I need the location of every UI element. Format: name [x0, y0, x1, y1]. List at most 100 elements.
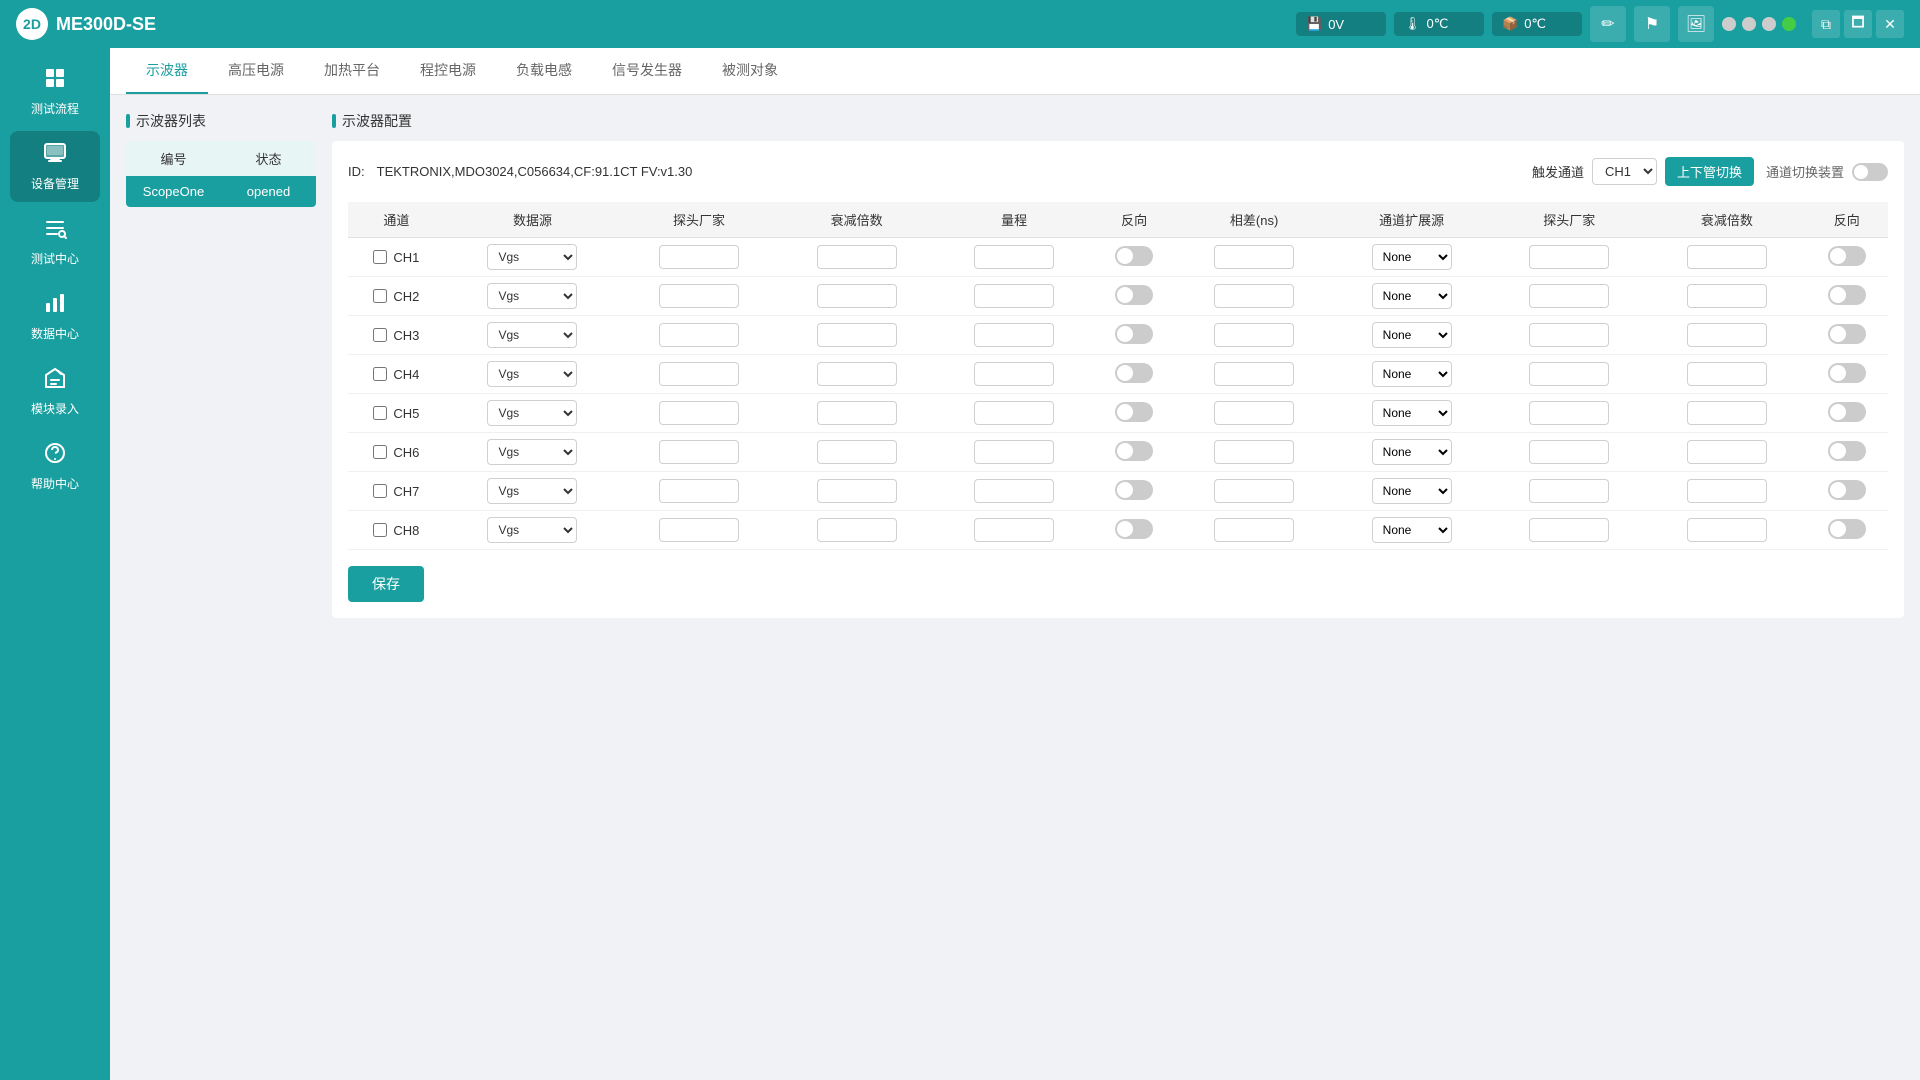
delay-input-CH3[interactable] — [1214, 323, 1294, 347]
ext-attn-input-CH2[interactable] — [1687, 284, 1767, 308]
attn-input-CH7[interactable] — [817, 479, 897, 503]
invert-toggle-CH3[interactable] — [1115, 324, 1153, 344]
attn-input-CH3[interactable] — [817, 323, 897, 347]
tab-load-power[interactable]: 负载电感 — [496, 48, 592, 94]
probe-input-CH8[interactable] — [659, 518, 739, 542]
attn-input-CH6[interactable] — [817, 440, 897, 464]
checkbox-CH6[interactable] — [373, 445, 387, 459]
attn-input-CH5[interactable] — [817, 401, 897, 425]
delay-input-CH7[interactable] — [1214, 479, 1294, 503]
flag-button[interactable]: ⚑ — [1634, 6, 1670, 42]
attn-input-CH1[interactable] — [817, 245, 897, 269]
ext-probe-input-CH8[interactable] — [1529, 518, 1609, 542]
range-input-CH5[interactable] — [974, 401, 1054, 425]
ext-source-select-CH5[interactable]: None — [1372, 400, 1452, 426]
ext-source-select-CH8[interactable]: None — [1372, 517, 1452, 543]
ext-probe-input-CH7[interactable] — [1529, 479, 1609, 503]
tab-heating[interactable]: 加热平台 — [304, 48, 400, 94]
ext-invert-toggle-CH3[interactable] — [1828, 324, 1866, 344]
checkbox-CH3[interactable] — [373, 328, 387, 342]
delay-input-CH4[interactable] — [1214, 362, 1294, 386]
ext-source-select-CH2[interactable]: None — [1372, 283, 1452, 309]
tab-prog-power[interactable]: 程控电源 — [400, 48, 496, 94]
attn-input-CH4[interactable] — [817, 362, 897, 386]
ext-attn-input-CH7[interactable] — [1687, 479, 1767, 503]
sidebar-item-test-center[interactable]: 测试中心 — [10, 206, 100, 277]
delay-input-CH5[interactable] — [1214, 401, 1294, 425]
checkbox-CH2[interactable] — [373, 289, 387, 303]
trigger-select[interactable]: CH1 CH2 CH3 CH4 — [1592, 158, 1657, 185]
ext-probe-input-CH5[interactable] — [1529, 401, 1609, 425]
invert-toggle-CH2[interactable] — [1115, 285, 1153, 305]
attn-input-CH2[interactable] — [817, 284, 897, 308]
range-input-CH3[interactable] — [974, 323, 1054, 347]
probe-input-CH7[interactable] — [659, 479, 739, 503]
ext-attn-input-CH4[interactable] — [1687, 362, 1767, 386]
invert-toggle-CH8[interactable] — [1115, 519, 1153, 539]
tab-test-target[interactable]: 被测对象 — [702, 48, 798, 94]
delay-input-CH2[interactable] — [1214, 284, 1294, 308]
invert-toggle-CH7[interactable] — [1115, 480, 1153, 500]
ext-probe-input-CH6[interactable] — [1529, 440, 1609, 464]
restore-button[interactable]: ⧉ — [1812, 10, 1840, 38]
pen-button[interactable]: ✏ — [1590, 6, 1626, 42]
probe-input-CH4[interactable] — [659, 362, 739, 386]
delay-input-CH8[interactable] — [1214, 518, 1294, 542]
range-input-CH2[interactable] — [974, 284, 1054, 308]
sidebar-item-help-center[interactable]: 帮助中心 — [10, 431, 100, 502]
source-select-CH4[interactable]: VgsVdsId — [487, 361, 577, 387]
source-select-CH6[interactable]: VgsVdsId — [487, 439, 577, 465]
invert-toggle-CH5[interactable] — [1115, 402, 1153, 422]
checkbox-CH1[interactable] — [373, 250, 387, 264]
ext-invert-toggle-CH1[interactable] — [1828, 246, 1866, 266]
invert-toggle-CH4[interactable] — [1115, 363, 1153, 383]
ext-invert-toggle-CH8[interactable] — [1828, 519, 1866, 539]
ext-invert-toggle-CH6[interactable] — [1828, 441, 1866, 461]
ext-attn-input-CH8[interactable] — [1687, 518, 1767, 542]
ext-attn-input-CH5[interactable] — [1687, 401, 1767, 425]
source-select-CH7[interactable]: VgsVdsId — [487, 478, 577, 504]
ext-probe-input-CH4[interactable] — [1529, 362, 1609, 386]
invert-toggle-CH1[interactable] — [1115, 246, 1153, 266]
source-select-CH2[interactable]: VgsVdsId — [487, 283, 577, 309]
source-select-CH1[interactable]: VgsVdsId — [487, 244, 577, 270]
ext-attn-input-CH3[interactable] — [1687, 323, 1767, 347]
ext-attn-input-CH6[interactable] — [1687, 440, 1767, 464]
tab-high-voltage[interactable]: 高压电源 — [208, 48, 304, 94]
ext-invert-toggle-CH4[interactable] — [1828, 363, 1866, 383]
range-input-CH7[interactable] — [974, 479, 1054, 503]
close-button[interactable]: ✕ — [1876, 10, 1904, 38]
checkbox-CH4[interactable] — [373, 367, 387, 381]
range-input-CH1[interactable] — [974, 245, 1054, 269]
checkbox-CH5[interactable] — [373, 406, 387, 420]
invert-toggle-CH6[interactable] — [1115, 441, 1153, 461]
checkbox-CH7[interactable] — [373, 484, 387, 498]
checkbox-CH8[interactable] — [373, 523, 387, 537]
ext-source-select-CH3[interactable]: None — [1372, 322, 1452, 348]
range-input-CH6[interactable] — [974, 440, 1054, 464]
ext-source-select-CH1[interactable]: None — [1372, 244, 1452, 270]
ext-source-select-CH4[interactable]: None — [1372, 361, 1452, 387]
camera-button[interactable]: 🖼 — [1678, 6, 1714, 42]
channel-switch-toggle[interactable] — [1852, 163, 1888, 181]
probe-input-CH6[interactable] — [659, 440, 739, 464]
ext-invert-toggle-CH2[interactable] — [1828, 285, 1866, 305]
ext-probe-input-CH1[interactable] — [1529, 245, 1609, 269]
delay-input-CH6[interactable] — [1214, 440, 1294, 464]
sidebar-item-test-flow[interactable]: 测试流程 — [10, 56, 100, 127]
tab-signal-gen[interactable]: 信号发生器 — [592, 48, 702, 94]
sidebar-item-module-entry[interactable]: 模块录入 — [10, 356, 100, 427]
range-input-CH8[interactable] — [974, 518, 1054, 542]
tab-oscilloscope[interactable]: 示波器 — [126, 48, 208, 94]
delay-input-CH1[interactable] — [1214, 245, 1294, 269]
source-select-CH5[interactable]: VgsVdsId — [487, 400, 577, 426]
ext-probe-input-CH2[interactable] — [1529, 284, 1609, 308]
ext-invert-toggle-CH7[interactable] — [1828, 480, 1866, 500]
save-button[interactable]: 保存 — [348, 566, 424, 602]
probe-input-CH1[interactable] — [659, 245, 739, 269]
probe-input-CH3[interactable] — [659, 323, 739, 347]
ext-invert-toggle-CH5[interactable] — [1828, 402, 1866, 422]
range-input-CH4[interactable] — [974, 362, 1054, 386]
ext-source-select-CH7[interactable]: None — [1372, 478, 1452, 504]
switch-btn[interactable]: 上下管切换 — [1665, 157, 1754, 186]
